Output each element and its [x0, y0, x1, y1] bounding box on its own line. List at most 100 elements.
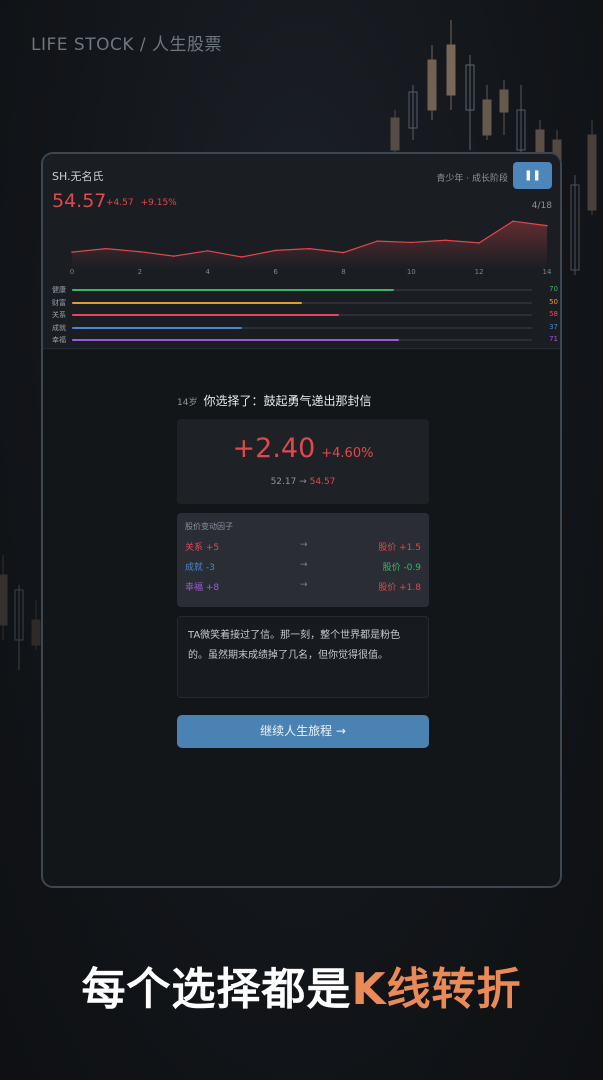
stat-row: 成就 37: [52, 322, 558, 335]
story-text: TA微笑着接过了信。那一刻，整个世界都是粉色的。虽然期末成绩掉了几名，但你觉得很…: [177, 616, 429, 698]
stock-ticker: SH.无名氏: [52, 170, 104, 183]
slogan-main: 每个选择都是: [81, 964, 352, 1015]
progress-counter: 4/18: [531, 201, 552, 211]
price-point: [274, 249, 277, 252]
stat-label: 幸福: [52, 336, 66, 344]
bg-candle: [465, 55, 475, 150]
arrow-icon: →: [300, 540, 308, 550]
change-abs: +4.57: [106, 198, 134, 208]
stat-value: 37: [549, 322, 558, 331]
stat-row: 健康 70: [52, 284, 558, 297]
factor-name: 关系 +5: [185, 543, 220, 553]
choice-text: 你选择了：鼓起勇气递出那封信: [203, 394, 372, 408]
x-tick-label: 2: [137, 268, 143, 276]
factors-card: 股价变动因子 关系 +5 → 股价 +1.5 成就 -3 → 股价 -0.9 幸福 +8 → 股…: [177, 513, 429, 607]
price-point: [444, 239, 447, 242]
slogan: 每个选择都是K线转折: [0, 953, 603, 1017]
pause-icon: ❚❚: [524, 170, 541, 181]
factor-result: 股价 +1.8: [378, 583, 421, 593]
x-tick-label: 4: [205, 268, 210, 276]
bg-candle: [482, 85, 492, 140]
bg-candle: [587, 120, 597, 215]
factor-result: 股价 +1.5: [378, 543, 421, 553]
delta-arrow-icon: →: [299, 477, 307, 487]
price-point: [376, 240, 379, 242]
stat-value: 58: [549, 310, 558, 318]
bg-candle: [31, 600, 41, 650]
arrow-icon: →: [300, 560, 308, 570]
stat-track: [72, 289, 532, 291]
factor-row: 成就 -3 → 股价 -0.9: [185, 560, 421, 574]
price-point: [105, 247, 107, 250]
bg-candle: [427, 45, 437, 120]
stat-track: [72, 326, 532, 329]
bg-candle: [499, 80, 509, 135]
stat-value: 50: [549, 297, 558, 306]
phone-screen: SH.无名氏 54.57 +4.57 +9.15% 青少年 · 成长阶段 ❚❚ 4…: [41, 152, 562, 888]
stat-label: 财富: [52, 298, 66, 307]
stat-track: [72, 339, 532, 341]
slogan-accent: K线转折: [351, 964, 522, 1015]
bg-candle: [446, 20, 456, 110]
x-tick-label: 6: [273, 268, 278, 276]
delta-pct: +4.60%: [321, 446, 374, 461]
change-pct: +9.15%: [140, 198, 177, 208]
price-point: [240, 256, 243, 258]
stat-value: 70: [549, 285, 558, 293]
delta-from-to: 52.17 → 54.57: [177, 477, 429, 487]
brand-title: LIFE STOCK / 人生股票: [31, 35, 223, 55]
factor-result: 股价 -0.9: [382, 563, 421, 573]
stock-header-panel: SH.无名氏 54.57 +4.57 +9.15% 青少年 · 成长阶段 ❚❚ 4…: [43, 154, 560, 349]
age-label: 14岁: [177, 398, 198, 408]
price-point: [546, 224, 548, 227]
attribute-stats: 健康 70 财富 50 关系 58 成就 37 幸福 71: [52, 284, 558, 347]
bg-candle: [14, 585, 24, 670]
stock-price: 54.57: [52, 190, 107, 212]
pause-button[interactable]: ❚❚: [513, 162, 552, 189]
x-tick-label: 0: [69, 268, 75, 276]
stat-row: 财富 50: [52, 297, 558, 310]
bg-candle: [0, 555, 8, 640]
stat-bar: [72, 314, 339, 316]
price-point: [410, 241, 413, 244]
price-point: [206, 250, 209, 252]
factor-name: 成就 -3: [185, 563, 215, 573]
stat-row: 关系 58: [52, 309, 558, 322]
delta-from: 52.17: [270, 477, 297, 487]
x-tick-label: 12: [474, 268, 484, 276]
price-point: [512, 220, 514, 223]
stat-track: [72, 301, 532, 304]
price-point: [172, 255, 175, 257]
x-tick-label: 14: [542, 268, 552, 276]
bg-candle: [408, 85, 418, 140]
price-point: [342, 251, 345, 254]
x-tick-label: 8: [341, 268, 346, 276]
chart-x-ticks: 0 2 4 6 8 10 12 14: [43, 268, 560, 280]
stat-label: 关系: [52, 311, 66, 319]
stat-row: 幸福 71: [52, 334, 558, 347]
continue-button[interactable]: 继续人生旅程 →: [177, 715, 429, 748]
event-result: 14岁 你选择了：鼓起勇气递出那封信 +2.40 +4.60% 52.17 → 54…: [177, 392, 429, 748]
bg-candle: [516, 85, 526, 160]
price-point: [478, 242, 480, 244]
price-delta-card: +2.40 +4.60% 52.17 → 54.57: [177, 419, 429, 504]
factors-title: 股价变动因子: [185, 522, 233, 531]
stat-bar: [72, 339, 399, 341]
choice-line: 14岁 你选择了：鼓起勇气递出那封信: [177, 392, 429, 410]
price-point: [308, 247, 311, 250]
price-point: [139, 250, 141, 253]
bg-candle: [570, 175, 580, 275]
factor-name: 幸福 +8: [185, 583, 220, 593]
stat-track: [72, 314, 532, 316]
delta-change: +2.40: [232, 433, 316, 464]
stat-label: 成就: [52, 323, 66, 332]
stat-bar: [72, 289, 394, 291]
stock-change: +4.57 +9.15%: [106, 198, 184, 208]
life-stage-label: 青少年 · 成长阶段: [436, 174, 508, 184]
factor-row: 幸福 +8 → 股价 +1.8: [185, 580, 421, 594]
stat-bar: [72, 301, 302, 304]
price-point: [71, 251, 73, 253]
stat-bar: [72, 326, 243, 329]
factor-row: 关系 +5 → 股价 +1.5: [185, 540, 421, 554]
arrow-icon: →: [300, 580, 308, 590]
